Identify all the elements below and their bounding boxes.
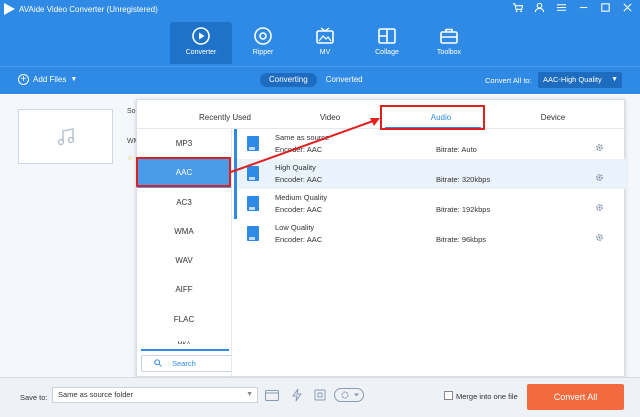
footer-bar: Save to: Same as source folder ▼ Merge i…	[0, 377, 640, 417]
audio-file-icon	[247, 226, 259, 241]
cart-icon[interactable]	[511, 2, 524, 19]
preset-bitrate: Bitrate: Auto	[436, 145, 477, 154]
flash-off-icon[interactable]	[289, 387, 305, 403]
toolbar: + Add Files ▼ Converting Converted Conve…	[0, 66, 640, 94]
search-placeholder: Search	[172, 359, 196, 368]
convert-all-value: AAC-High Quality	[543, 75, 602, 84]
menu-icon[interactable]	[555, 2, 568, 19]
preset-encoder: Encoder: AAC	[275, 205, 323, 214]
status-tabs: Converting Converted	[260, 73, 372, 87]
format-dropdown: Recently Used Video Audio Device MP3 AAC…	[136, 99, 626, 377]
toolbox-icon	[440, 28, 458, 44]
format-item-aiff[interactable]: AIFF	[137, 275, 231, 304]
converter-icon	[192, 27, 210, 45]
chevron-down-icon: ▼	[70, 76, 78, 83]
search-icon	[154, 359, 162, 367]
preset-encoder: Encoder: AAC	[275, 235, 323, 244]
format-search-input[interactable]: Search	[141, 355, 231, 372]
tab-converted[interactable]: Converted	[317, 73, 372, 87]
nav-converter-label: Converter	[185, 49, 217, 56]
preset-low-quality[interactable]: Low Quality Encoder: AAC Bitrate: 96kbps	[234, 219, 626, 249]
format-item-flac[interactable]: FLAC	[137, 305, 231, 334]
save-to-label: Save to:	[20, 393, 48, 402]
gear-icon[interactable]	[595, 143, 604, 152]
gear-icon[interactable]	[595, 233, 604, 242]
preset-high-quality[interactable]: High Quality Encoder: AAC Bitrate: 320kb…	[234, 159, 626, 189]
preset-active-bar	[234, 189, 237, 219]
gear-icon[interactable]	[595, 203, 604, 212]
chevron-down-icon: ▼	[246, 391, 253, 398]
nav-converter[interactable]: Converter	[170, 22, 232, 64]
nav-ripper[interactable]: Ripper	[232, 22, 294, 64]
preset-same-as-source[interactable]: Same as source Encoder: AAC Bitrate: Aut…	[234, 129, 626, 159]
add-files-button[interactable]: + Add Files ▼	[18, 74, 77, 85]
hardware-accel-icon[interactable]	[312, 387, 328, 403]
audio-file-icon	[247, 196, 259, 211]
maximize-icon[interactable]	[599, 2, 612, 19]
window-controls	[511, 2, 634, 19]
tab-converting[interactable]: Converting	[260, 73, 317, 87]
collage-icon	[378, 28, 396, 44]
preset-medium-quality[interactable]: Medium Quality Encoder: AAC Bitrate: 192…	[234, 189, 626, 219]
preset-bitrate: Bitrate: 320kbps	[436, 175, 491, 184]
close-icon[interactable]	[621, 2, 634, 19]
convert-all-button[interactable]: Convert All	[527, 384, 624, 410]
nav-collage[interactable]: Collage	[356, 22, 418, 64]
format-list-scrollbar[interactable]	[141, 349, 229, 351]
add-files-label: Add Files	[33, 75, 67, 84]
tab-video[interactable]: Video	[313, 108, 347, 128]
preset-active-bar	[234, 159, 237, 189]
preset-name: Low Quality	[275, 223, 315, 232]
main-nav: Converter Ripper MV Collage Toolbox	[170, 22, 480, 64]
highlight-audio-tab	[380, 105, 485, 130]
user-icon[interactable]	[533, 2, 546, 19]
format-item-mp3[interactable]: MP3	[137, 129, 231, 158]
nav-toolbox-label: Toolbox	[436, 49, 462, 56]
plus-icon: +	[18, 74, 29, 85]
file-thumbnail[interactable]	[18, 109, 113, 164]
preset-encoder: Encoder: AAC	[275, 145, 323, 154]
preset-encoder: Encoder: AAC	[275, 175, 323, 184]
preset-bitrate: Bitrate: 192kbps	[436, 205, 491, 214]
preset-name: High Quality	[275, 163, 316, 172]
format-item-wav[interactable]: WAV	[137, 246, 231, 275]
format-item-wma[interactable]: WMA	[137, 217, 231, 246]
nav-mv-label: MV	[319, 49, 331, 56]
music-note-icon	[57, 128, 75, 146]
gear-icon[interactable]	[595, 173, 604, 182]
nav-ripper-label: Ripper	[252, 49, 274, 56]
app-logo-icon	[4, 3, 15, 15]
app-header: AVAide Video Converter (Unregistered) Co…	[0, 0, 640, 66]
preset-name: Same as source	[275, 133, 330, 142]
app-title: AVAide Video Converter (Unregistered)	[19, 5, 158, 14]
star-icon[interactable]: ☆	[127, 154, 133, 162]
audio-file-icon	[247, 166, 259, 181]
minimize-icon[interactable]	[577, 2, 590, 19]
format-item-mka[interactable]: MKA	[137, 334, 231, 344]
preset-bitrate: Bitrate: 96kbps	[436, 235, 487, 244]
tab-device[interactable]: Device	[495, 108, 587, 128]
mv-icon	[316, 27, 334, 44]
ripper-icon	[254, 27, 272, 45]
settings-dropdown-icon[interactable]	[334, 387, 364, 403]
format-item-ac3[interactable]: AC3	[137, 188, 231, 217]
audio-file-icon	[247, 136, 259, 151]
save-to-select[interactable]: Same as source folder ▼	[52, 387, 258, 403]
convert-all-label: Convert All to:	[485, 76, 532, 85]
preset-active-bar	[234, 129, 237, 159]
nav-toolbox[interactable]: Toolbox	[418, 22, 480, 64]
file-name: So	[127, 108, 136, 115]
save-to-value: Same as source folder	[58, 390, 134, 399]
convert-all-select[interactable]: AAC-High Quality ▼	[538, 72, 622, 88]
merge-label: Merge into one file	[456, 392, 518, 401]
folder-icon[interactable]	[264, 387, 280, 403]
merge-checkbox[interactable]	[444, 391, 453, 400]
nav-mv[interactable]: MV	[294, 22, 356, 64]
preset-name: Medium Quality	[275, 193, 328, 202]
chevron-down-icon: ▼	[611, 76, 618, 83]
tab-recently-used[interactable]: Recently Used	[137, 108, 313, 128]
highlight-aac-format	[136, 157, 231, 187]
preset-list: Same as source Encoder: AAC Bitrate: Aut…	[234, 129, 626, 249]
nav-collage-label: Collage	[375, 49, 399, 56]
